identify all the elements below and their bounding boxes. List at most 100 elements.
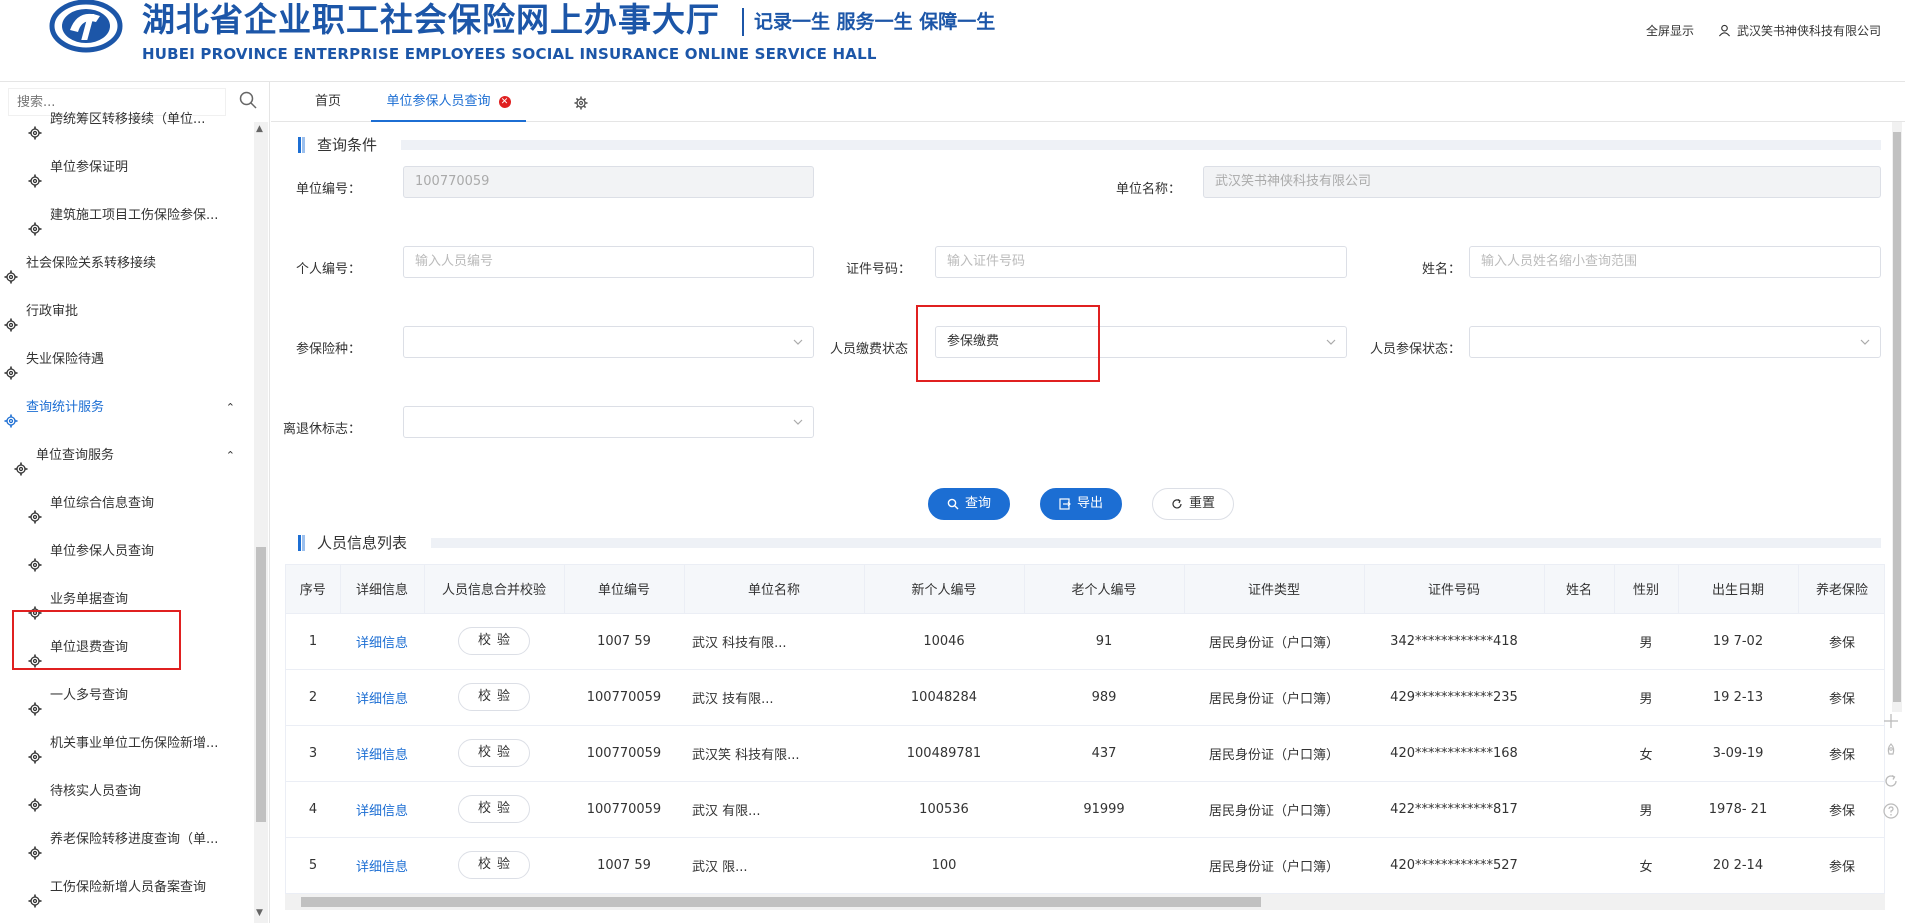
sidebar-item[interactable]: 查询统计服务 ⌃ [0, 384, 253, 432]
section-divider [401, 140, 1881, 150]
detail-link[interactable]: 详细信息 [340, 725, 424, 782]
table-cell: 20 2-14 [1678, 837, 1798, 893]
gear-icon [28, 785, 42, 812]
chevron-up-icon[interactable]: ⌃ [226, 432, 235, 480]
verify-button[interactable]: 校验 [458, 739, 530, 767]
table-scroll-thumb[interactable] [301, 897, 1261, 907]
column-header: 单位名称 [684, 565, 865, 614]
pay-status-label: 人员缴费状态 [829, 342, 908, 357]
main-scroll-thumb[interactable] [1893, 132, 1901, 702]
table-cell: 参保 [1798, 781, 1884, 838]
scroll-down-arrow[interactable]: ▼ [256, 908, 263, 918]
verify-button[interactable]: 校验 [458, 851, 530, 879]
table-cell: 武汉 有限... [684, 781, 864, 838]
table-cell: 女 [1614, 725, 1678, 782]
scroll-up-arrow[interactable]: ▲ [256, 124, 263, 134]
sidebar-item[interactable]: 养老保险转移进度查询（单... [0, 816, 253, 864]
tab-home[interactable]: 首页 [315, 82, 341, 122]
table-cell: 3-09-19 [1678, 725, 1798, 782]
sidebar-item[interactable]: 社会保险关系转移接续 [0, 240, 253, 288]
table-cell: 1978- 21 [1678, 781, 1798, 838]
table-cell: 422************817 [1364, 781, 1544, 838]
table-cell: 武汉笑 科技有限... [684, 725, 864, 782]
user-menu[interactable]: 武汉笑书神侠科技有限公司 [1718, 22, 1881, 39]
query-button[interactable]: 查询 [928, 488, 1010, 520]
table-body: 1 详细信息 校验 1007 59 武汉 科技有限... 10046 91 居民身份证（户口簿… [286, 613, 1884, 893]
column-header: 单位编号 [564, 565, 685, 614]
column-header: 证件类型 [1184, 565, 1365, 614]
name-input[interactable]: 输入人员姓名缩小查询范围 [1469, 246, 1881, 278]
sidebar-scroll-thumb[interactable] [256, 547, 266, 822]
retire-flag-label: 离退休标志： [282, 422, 361, 437]
unit-no-field: 100770059 [403, 166, 814, 198]
table-horizontal-scrollbar[interactable] [285, 894, 1885, 910]
sidebar-menu: 跨统筹区转移接续（单位... 单位参保证明 建筑施工项目工伤保险参保... 社会保险关… [0, 112, 253, 912]
table-cell: 武汉 限... [684, 837, 864, 893]
fullscreen-link[interactable]: 全屏显示 [1646, 22, 1694, 39]
detail-link[interactable]: 详细信息 [340, 781, 424, 838]
table-cell: 100770059 [564, 781, 684, 838]
rocket-icon[interactable] [1882, 742, 1900, 760]
sidebar-item[interactable]: 待核实人员查询 [0, 768, 253, 816]
table-row: 4 详细信息 校验 100770059 武汉 有限... 100536 91999 居民身份证… [286, 781, 1884, 838]
highlight-box-sidebar [12, 610, 181, 670]
sidebar-item[interactable]: 建筑施工项目工伤保险参保... [0, 192, 253, 240]
table-cell: 居民身份证（户口簿） [1184, 781, 1364, 838]
insured-status-select[interactable] [1469, 326, 1881, 358]
sidebar-item-label: 一人多号查询 [50, 688, 129, 703]
sidebar-item[interactable]: 工伤保险新增人员备案查询 [0, 864, 253, 912]
sidebar-item[interactable]: 机关事业单位工伤保险新增... [0, 720, 253, 768]
table-cell: 100770059 [564, 669, 684, 726]
user-icon [1718, 24, 1731, 37]
refresh-icon[interactable] [1882, 772, 1900, 790]
export-button[interactable]: 导出 [1040, 488, 1122, 520]
table-cell: 男 [1614, 669, 1678, 726]
sidebar-item[interactable]: 跨统筹区转移接续（单位... [0, 96, 253, 144]
retire-flag-select[interactable] [403, 406, 814, 438]
close-icon[interactable]: ✕ [498, 95, 511, 108]
table-cell: 校验 [424, 781, 564, 838]
detail-link[interactable]: 详细信息 [340, 613, 424, 670]
sidebar-item-label: 失业保险待遇 [26, 352, 105, 367]
column-header: 性别 [1614, 565, 1679, 614]
sidebar-item[interactable]: 单位参保证明 [0, 144, 253, 192]
table-cell: 参保 [1798, 669, 1884, 726]
main-content: 查询条件 单位编号： 100770059 单位名称： 武汉笑书神侠科技有限公司 … [271, 122, 1902, 923]
table-cell: 100770059 [564, 725, 684, 782]
sidebar-item[interactable]: 单位参保人员查询 [0, 528, 253, 576]
verify-button[interactable]: 校验 [458, 683, 530, 711]
insurance-type-select[interactable] [403, 326, 814, 358]
verify-button[interactable]: 校验 [458, 795, 530, 823]
verify-button[interactable]: 校验 [458, 627, 530, 655]
sidebar-item-label: 工伤保险新增人员备案查询 [50, 880, 207, 895]
sidebar-item[interactable]: 行政审批 [0, 288, 253, 336]
column-header: 详细信息 [340, 565, 425, 614]
sidebar-item-label: 社会保险关系转移接续 [26, 256, 157, 271]
export-icon [1059, 498, 1071, 510]
reset-button[interactable]: 重置 [1152, 488, 1234, 520]
sidebar-item[interactable]: 失业保险待遇 [0, 336, 253, 384]
detail-link[interactable]: 详细信息 [340, 837, 424, 893]
refresh-icon [1172, 498, 1182, 509]
move-icon[interactable] [1882, 712, 1900, 730]
person-no-input[interactable]: 输入人员编号 [403, 246, 814, 278]
sidebar-item[interactable]: 一人多号查询 [0, 672, 253, 720]
chevron-up-icon[interactable]: ⌃ [226, 384, 235, 432]
gear-icon [4, 257, 18, 284]
gear-icon [14, 449, 28, 476]
table-cell: 校验 [424, 837, 564, 893]
tab-unit-insured-query[interactable]: 单位参保人员查询 ✕ [371, 82, 526, 122]
sidebar-item[interactable]: 单位查询服务 ⌃ [0, 432, 253, 480]
help-icon[interactable] [1882, 802, 1900, 820]
sidebar-item-label: 养老保险转移进度查询（单... [50, 832, 219, 847]
chevron-down-icon [793, 419, 803, 425]
detail-link[interactable]: 详细信息 [340, 669, 424, 726]
table-cell [1544, 781, 1614, 838]
sidebar-item-label: 建筑施工项目工伤保险参保... [50, 208, 219, 223]
sidebar-item-label: 单位参保证明 [50, 160, 129, 175]
id-no-input[interactable]: 输入证件号码 [935, 246, 1347, 278]
gear-icon[interactable] [574, 96, 588, 110]
gear-icon [28, 545, 42, 572]
table-cell: 19 7-02 [1678, 613, 1798, 670]
sidebar-item[interactable]: 单位综合信息查询 [0, 480, 253, 528]
